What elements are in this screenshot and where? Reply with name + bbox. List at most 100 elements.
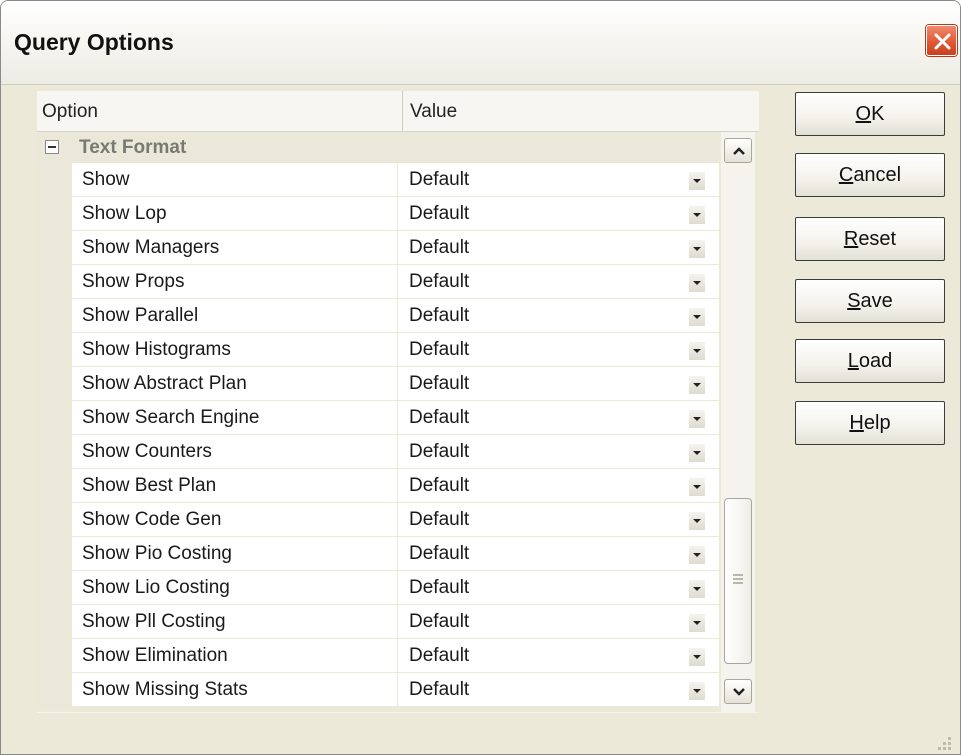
option-value-select[interactable]: Default <box>398 673 719 707</box>
dialog-title: Query Options <box>14 29 174 55</box>
scroll-up-button[interactable] <box>724 138 752 163</box>
row-gutter <box>37 503 72 537</box>
dialog-body: Option Value Text Format Show Default Show… <box>9 85 954 754</box>
row-gutter <box>37 469 72 503</box>
option-value-select[interactable]: Default <box>398 299 719 333</box>
option-row[interactable]: Show Elimination Default <box>37 639 719 673</box>
option-row[interactable]: Show Props Default <box>37 265 719 299</box>
option-name[interactable]: Show Lop <box>72 197 397 231</box>
category-text-format[interactable]: Text Format <box>37 132 719 163</box>
chevron-down-icon[interactable] <box>689 342 705 360</box>
option-name[interactable]: Show Pll Costing <box>72 605 397 639</box>
row-gutter <box>37 299 72 333</box>
option-value-select[interactable]: Default <box>398 503 719 537</box>
option-name[interactable]: Show Elimination <box>72 639 397 673</box>
option-name[interactable]: Show Code Gen <box>72 503 397 537</box>
column-header-option[interactable]: Option <box>42 91 397 132</box>
category-label: Text Format <box>79 137 187 158</box>
chevron-down-icon[interactable] <box>689 410 705 428</box>
chevron-down-icon[interactable] <box>689 308 705 326</box>
option-value-text: Default <box>409 441 470 462</box>
title-bar[interactable]: Query Options <box>1 1 960 85</box>
option-value-select[interactable]: Default <box>398 469 719 503</box>
option-name[interactable]: Show Parallel <box>72 299 397 333</box>
chevron-down-icon[interactable] <box>689 172 705 190</box>
chevron-down-icon[interactable] <box>689 512 705 530</box>
option-value-text: Default <box>409 509 470 530</box>
chevron-down-icon[interactable] <box>689 478 705 496</box>
column-header-value[interactable]: Value <box>402 91 759 132</box>
close-button[interactable] <box>926 25 957 56</box>
chevron-down-icon[interactable] <box>689 206 705 224</box>
option-value-select[interactable]: Default <box>398 333 719 367</box>
chevron-down-icon[interactable] <box>689 580 705 598</box>
options-property-grid: Option Value Text Format Show Default Show… <box>37 91 759 713</box>
option-row[interactable]: Show Abstract Plan Default <box>37 367 719 401</box>
option-value-select[interactable]: Default <box>398 639 719 673</box>
option-row[interactable]: Show Best Plan Default <box>37 469 719 503</box>
option-value-select[interactable]: Default <box>398 571 719 605</box>
load-button[interactable]: Load <box>795 339 945 383</box>
row-gutter <box>37 197 72 231</box>
option-name[interactable]: Show Lio Costing <box>72 571 397 605</box>
option-value-select[interactable]: Default <box>398 401 719 435</box>
chevron-down-icon[interactable] <box>689 546 705 564</box>
chevron-down-icon[interactable] <box>689 648 705 666</box>
minus-box-icon[interactable] <box>45 140 59 154</box>
chevron-down-icon[interactable] <box>689 240 705 258</box>
row-gutter <box>37 571 72 605</box>
option-value-text: Default <box>409 543 470 564</box>
chevron-down-icon[interactable] <box>689 682 705 700</box>
scroll-down-button[interactable] <box>724 679 752 704</box>
option-name[interactable]: Show Search Engine <box>72 401 397 435</box>
option-value-select[interactable]: Default <box>398 367 719 401</box>
option-name[interactable]: Show Histograms <box>72 333 397 367</box>
option-row[interactable]: Show Lop Default <box>37 197 719 231</box>
option-row[interactable]: Show Counters Default <box>37 435 719 469</box>
option-name[interactable]: Show Props <box>72 265 397 299</box>
option-row[interactable]: Show Histograms Default <box>37 333 719 367</box>
option-row[interactable]: Show Managers Default <box>37 231 719 265</box>
option-row[interactable]: Show Search Engine Default <box>37 401 719 435</box>
option-row[interactable]: Show Default <box>37 163 719 197</box>
option-value-select[interactable]: Default <box>398 537 719 571</box>
reset-button[interactable]: Reset <box>795 217 945 261</box>
chevron-down-icon[interactable] <box>689 376 705 394</box>
option-row[interactable]: Show Pll Costing Default <box>37 605 719 639</box>
chevron-down-icon[interactable] <box>689 614 705 632</box>
option-row[interactable]: Show Missing Stats Default <box>37 673 719 707</box>
option-value-select[interactable]: Default <box>398 231 719 265</box>
vertical-scrollbar[interactable] <box>721 132 755 712</box>
resize-grip-icon[interactable] <box>934 735 952 753</box>
option-value-select[interactable]: Default <box>398 265 719 299</box>
option-name[interactable]: Show Missing Stats <box>72 673 397 707</box>
chevron-down-icon[interactable] <box>689 444 705 462</box>
option-name[interactable]: Show Best Plan <box>72 469 397 503</box>
option-name[interactable]: Show Pio Costing <box>72 537 397 571</box>
query-options-dialog: Query Options Option Value Text Format S… <box>0 0 961 755</box>
help-button[interactable]: Help <box>795 401 945 445</box>
ok-button[interactable]: OK <box>795 92 945 136</box>
option-name[interactable]: Show Counters <box>72 435 397 469</box>
row-gutter <box>37 435 72 469</box>
row-gutter <box>37 367 72 401</box>
close-icon <box>934 33 951 50</box>
scrollbar-thumb[interactable] <box>724 498 752 664</box>
option-value-select[interactable]: Default <box>398 435 719 469</box>
option-value-select[interactable]: Default <box>398 163 719 197</box>
option-name[interactable]: Show Managers <box>72 231 397 265</box>
cancel-button[interactable]: Cancel <box>795 153 945 197</box>
option-value-text: Default <box>409 475 470 496</box>
row-gutter <box>37 333 72 367</box>
chevron-down-icon[interactable] <box>689 274 705 292</box>
option-value-text: Default <box>409 373 470 394</box>
option-name[interactable]: Show <box>72 163 397 197</box>
save-button[interactable]: Save <box>795 279 945 323</box>
option-value-select[interactable]: Default <box>398 197 719 231</box>
option-row[interactable]: Show Parallel Default <box>37 299 719 333</box>
option-value-select[interactable]: Default <box>398 605 719 639</box>
option-row[interactable]: Show Lio Costing Default <box>37 571 719 605</box>
option-name[interactable]: Show Abstract Plan <box>72 367 397 401</box>
option-row[interactable]: Show Pio Costing Default <box>37 537 719 571</box>
option-row[interactable]: Show Code Gen Default <box>37 503 719 537</box>
